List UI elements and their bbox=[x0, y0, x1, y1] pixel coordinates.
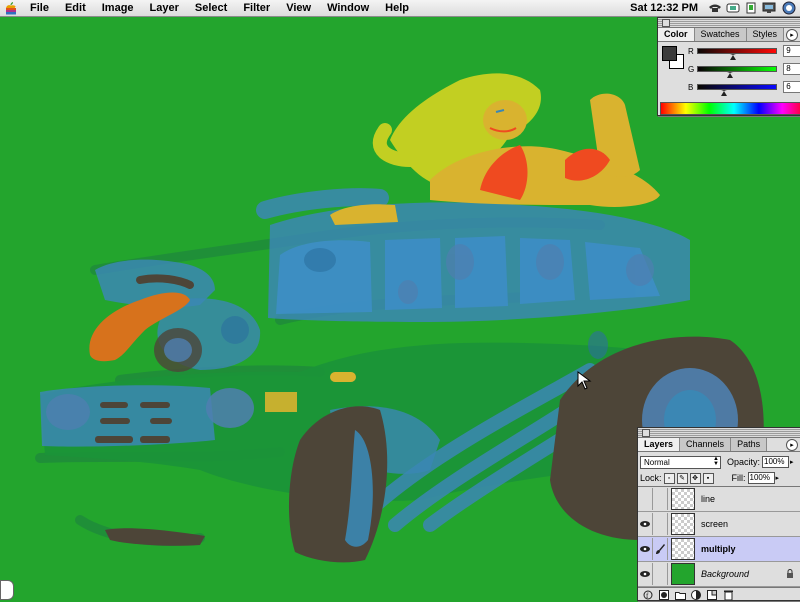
green-value-field[interactable]: 8 bbox=[783, 63, 800, 75]
layer-row-background[interactable]: Background bbox=[638, 562, 800, 587]
layer-thumbnail bbox=[671, 538, 695, 560]
clipboard-icon[interactable] bbox=[742, 0, 760, 16]
menu-select[interactable]: Select bbox=[187, 0, 235, 16]
link-toggle-empty[interactable] bbox=[653, 563, 668, 585]
layers-palette-titlebar[interactable] bbox=[638, 428, 800, 438]
photoshop-app-icon[interactable] bbox=[778, 0, 800, 16]
red-value-field[interactable]: 9 bbox=[783, 45, 800, 57]
red-slider[interactable] bbox=[697, 48, 778, 60]
adjustment-layer-button[interactable] bbox=[690, 590, 702, 600]
palette-close-button[interactable] bbox=[642, 429, 650, 437]
blue-channel-label: B bbox=[688, 82, 694, 92]
green-slider-thumb[interactable] bbox=[727, 72, 734, 78]
layer-name-background: Background bbox=[701, 569, 750, 579]
lock-icon bbox=[786, 569, 794, 580]
opacity-field[interactable]: 100% bbox=[762, 456, 790, 468]
lock-label: Lock: bbox=[640, 473, 662, 483]
lock-row: Lock: ▫ ✎ ✥ ▪ Fill: 100% ▸ bbox=[638, 470, 800, 486]
fill-arrow-icon[interactable]: ▸ bbox=[776, 474, 780, 482]
apple-menu-icon[interactable] bbox=[0, 0, 22, 16]
tab-color[interactable]: Color bbox=[658, 28, 695, 41]
network-icon[interactable] bbox=[724, 0, 742, 16]
color-palette-titlebar[interactable] bbox=[658, 18, 800, 28]
eye-icon[interactable] bbox=[638, 513, 653, 535]
lock-image-checkbox[interactable]: ✎ bbox=[676, 472, 688, 484]
monitor-icon[interactable] bbox=[760, 0, 778, 16]
fill-field[interactable]: 100% bbox=[747, 472, 775, 484]
layers-palette-tabs: Layers Channels Paths ▸ bbox=[638, 438, 800, 452]
menu-bar: File Edit Image Layer Select Filter View… bbox=[0, 0, 800, 17]
red-slider-thumb[interactable] bbox=[730, 54, 737, 60]
red-channel-label: R bbox=[688, 46, 694, 56]
layer-row-line[interactable]: line bbox=[638, 487, 800, 512]
green-channel-label: G bbox=[688, 64, 695, 74]
blue-slider-thumb[interactable] bbox=[721, 90, 728, 96]
blue-slider-row: B 6 bbox=[688, 81, 800, 96]
paintbrush-icon[interactable] bbox=[653, 538, 668, 560]
layer-row-screen[interactable]: screen bbox=[638, 512, 800, 537]
foreground-color-swatch[interactable] bbox=[662, 46, 677, 61]
layer-name-screen: screen bbox=[701, 519, 729, 529]
opacity-arrow-icon[interactable]: ▸ bbox=[790, 458, 794, 466]
layer-name-line: line bbox=[701, 494, 716, 504]
lock-transparency-checkbox[interactable]: ▫ bbox=[663, 472, 675, 484]
lock-all-checkbox[interactable]: ▪ bbox=[702, 472, 714, 484]
tab-paths[interactable]: Paths bbox=[731, 438, 768, 451]
tab-layers[interactable]: Layers bbox=[638, 438, 681, 451]
palette-menu-arrow-icon[interactable]: ▸ bbox=[786, 439, 798, 451]
layers-palette: Layers Channels Paths ▸ Normal ▲ ▼ Opacit… bbox=[637, 427, 800, 601]
lock-position-checkbox[interactable]: ✥ bbox=[689, 472, 701, 484]
link-toggle-empty[interactable] bbox=[653, 513, 668, 535]
layer-thumbnail-background bbox=[671, 563, 695, 585]
select-arrows-icon: ▲ ▼ bbox=[713, 455, 719, 467]
layer-row-multiply[interactable]: multiply bbox=[638, 537, 800, 562]
tab-channels[interactable]: Channels bbox=[680, 438, 732, 451]
color-palette-tabs: Color Swatches Styles ▸ bbox=[658, 28, 800, 42]
blend-row: Normal ▲ ▼ Opacity: 100% ▸ bbox=[638, 454, 800, 470]
menubar-clock[interactable]: Sat 12:32 PM bbox=[622, 2, 706, 14]
tab-swatches[interactable]: Swatches bbox=[694, 28, 747, 41]
blue-value-field[interactable]: 6 bbox=[783, 81, 800, 93]
eye-icon[interactable] bbox=[638, 538, 653, 560]
menu-layer[interactable]: Layer bbox=[142, 0, 187, 16]
menu-window[interactable]: Window bbox=[319, 0, 377, 16]
new-layer-button[interactable] bbox=[706, 590, 718, 600]
color-palette: Color Swatches Styles ▸ R 9 G 8 B 6 bbox=[657, 17, 800, 116]
new-set-button[interactable] bbox=[674, 590, 686, 600]
green-slider[interactable] bbox=[697, 66, 778, 78]
eye-icon[interactable] bbox=[638, 563, 653, 585]
menu-edit[interactable]: Edit bbox=[57, 0, 94, 16]
menu-view[interactable]: View bbox=[278, 0, 319, 16]
trash-icon[interactable] bbox=[722, 590, 734, 600]
palette-close-button[interactable] bbox=[662, 19, 670, 27]
visibility-toggle-empty[interactable] bbox=[638, 488, 653, 510]
red-slider-row: R 9 bbox=[688, 45, 800, 60]
layer-thumbnail bbox=[671, 488, 695, 510]
menu-file[interactable]: File bbox=[22, 0, 57, 16]
layer-thumbnail bbox=[671, 513, 695, 535]
green-slider-row: G 8 bbox=[688, 63, 800, 78]
layer-mask-button[interactable] bbox=[658, 590, 670, 600]
layer-name-multiply: multiply bbox=[701, 544, 736, 554]
blend-mode-value: Normal bbox=[644, 457, 670, 467]
color-spectrum-bar[interactable] bbox=[660, 102, 800, 115]
menu-help[interactable]: Help bbox=[377, 0, 417, 16]
blend-mode-select[interactable]: Normal ▲ ▼ bbox=[640, 455, 721, 469]
phone-icon[interactable] bbox=[706, 0, 724, 16]
layer-style-button[interactable]: f bbox=[642, 590, 654, 600]
palette-menu-arrow-icon[interactable]: ▸ bbox=[786, 29, 798, 41]
layers-list: line screen multiply Background bbox=[638, 486, 800, 587]
opacity-label: Opacity: bbox=[727, 457, 761, 467]
color-swatches bbox=[662, 46, 686, 70]
menu-filter[interactable]: Filter bbox=[235, 0, 278, 16]
link-toggle-empty[interactable] bbox=[653, 488, 668, 510]
blue-slider[interactable] bbox=[697, 84, 778, 96]
tab-styles[interactable]: Styles bbox=[746, 28, 785, 41]
menu-image[interactable]: Image bbox=[94, 0, 142, 16]
fill-label: Fill: bbox=[731, 473, 746, 483]
window-grow-box[interactable] bbox=[0, 580, 14, 600]
